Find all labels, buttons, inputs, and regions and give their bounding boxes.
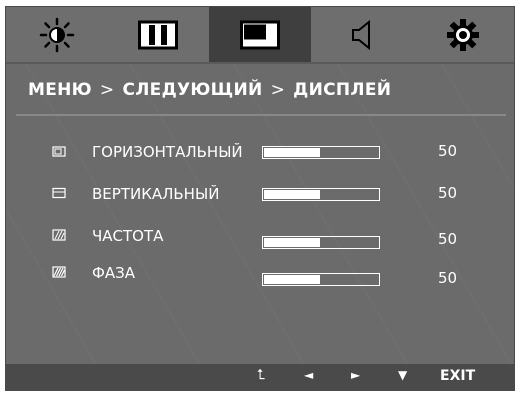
tab-settings[interactable]	[412, 7, 514, 62]
tab-brightness[interactable]	[6, 7, 108, 62]
settings-icon	[447, 18, 480, 51]
right-arrow-button[interactable]: ►	[351, 368, 360, 382]
bottom-nav-bar: ⮤ ◄ ► ▼ EXIT	[6, 364, 514, 390]
setting-label-phase: ФАЗА	[92, 264, 136, 282]
audio-icon	[351, 19, 370, 50]
brightness-icon	[39, 17, 75, 52]
breadcrumb-next: СЛЕДУЮЩИЙ	[122, 80, 263, 100]
setting-value-clock: 50	[438, 230, 458, 248]
horizontal-position-icon	[52, 146, 66, 157]
slider-clock[interactable]	[262, 236, 380, 249]
slider-vertical[interactable]	[262, 188, 380, 201]
breadcrumb-separator: >	[99, 80, 115, 100]
breadcrumb: МЕНЮ > СЛЕДУЮЩИЙ > ДИСПЛЕЙ	[28, 80, 391, 100]
slider-phase[interactable]	[262, 273, 380, 286]
setting-row-vertical[interactable]: ВЕРТИКАЛЬНЫЙ 50	[6, 182, 514, 206]
breadcrumb-current: ДИСПЛЕЙ	[293, 80, 392, 100]
vertical-position-icon	[52, 187, 66, 199]
setting-row-phase[interactable]: ФАЗА 50	[6, 261, 514, 287]
breadcrumb-menu: МЕНЮ	[28, 80, 92, 100]
exit-button[interactable]: EXIT	[440, 368, 475, 384]
setting-label-vertical: ВЕРТИКАЛЬНЫЙ	[92, 185, 220, 203]
slider-horizontal[interactable]	[262, 146, 380, 159]
clock-icon	[52, 229, 66, 241]
display-icon	[239, 20, 280, 49]
setting-label-horizontal: ГОРИЗОНТАЛЬНЫЙ	[92, 143, 243, 161]
left-arrow-button[interactable]: ◄	[304, 368, 313, 382]
picture-icon	[138, 20, 179, 49]
down-arrow-button[interactable]: ▼	[398, 368, 407, 382]
setting-value-vertical: 50	[438, 184, 458, 202]
phase-icon	[52, 266, 66, 278]
slider-fill	[264, 238, 320, 247]
tab-display[interactable]	[209, 7, 311, 62]
slider-fill	[264, 190, 320, 199]
slider-fill	[264, 148, 320, 157]
tab-picture[interactable]	[107, 7, 210, 62]
slider-fill	[264, 275, 320, 284]
tab-bar	[6, 7, 514, 62]
setting-row-horizontal[interactable]: ГОРИЗОНТАЛЬНЫЙ 50	[6, 140, 514, 164]
setting-row-clock[interactable]: ЧАСТОТА 50	[6, 224, 514, 249]
tab-audio[interactable]	[310, 7, 413, 62]
setting-value-phase: 50	[438, 269, 458, 287]
osd-window: МЕНЮ > СЛЕДУЮЩИЙ > ДИСПЛЕЙ ГОРИЗОНТАЛЬНЫЙ 50…	[5, 6, 515, 391]
breadcrumb-separator: >	[270, 80, 286, 100]
back-button[interactable]: ⮤	[257, 367, 265, 383]
setting-label-clock: ЧАСТОТА	[92, 227, 164, 245]
setting-value-horizontal: 50	[438, 142, 458, 160]
divider	[16, 114, 506, 116]
